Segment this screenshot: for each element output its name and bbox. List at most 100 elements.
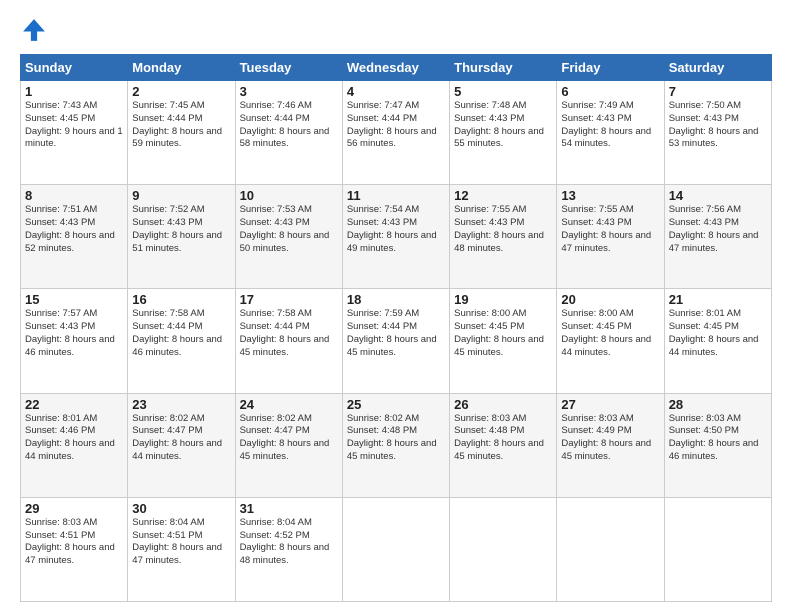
day-number: 29 <box>25 501 123 516</box>
day-cell-12: 12Sunrise: 7:55 AMSunset: 4:43 PMDayligh… <box>450 185 557 289</box>
day-number: 30 <box>132 501 230 516</box>
day-info: Sunrise: 7:49 AMSunset: 4:43 PMDaylight:… <box>561 100 651 149</box>
day-number: 20 <box>561 292 659 307</box>
day-cell-20: 20Sunrise: 8:00 AMSunset: 4:45 PMDayligh… <box>557 289 664 393</box>
day-number: 27 <box>561 397 659 412</box>
day-info: Sunrise: 7:56 AMSunset: 4:43 PMDaylight:… <box>669 204 759 253</box>
calendar-table: SundayMondayTuesdayWednesdayThursdayFrid… <box>20 54 772 602</box>
day-cell-13: 13Sunrise: 7:55 AMSunset: 4:43 PMDayligh… <box>557 185 664 289</box>
day-number: 25 <box>347 397 445 412</box>
day-cell-6: 6Sunrise: 7:49 AMSunset: 4:43 PMDaylight… <box>557 81 664 185</box>
day-cell-1: 1Sunrise: 7:43 AMSunset: 4:45 PMDaylight… <box>21 81 128 185</box>
day-cell-10: 10Sunrise: 7:53 AMSunset: 4:43 PMDayligh… <box>235 185 342 289</box>
day-number: 17 <box>240 292 338 307</box>
day-cell-5: 5Sunrise: 7:48 AMSunset: 4:43 PMDaylight… <box>450 81 557 185</box>
day-cell-8: 8Sunrise: 7:51 AMSunset: 4:43 PMDaylight… <box>21 185 128 289</box>
day-number: 28 <box>669 397 767 412</box>
day-cell-25: 25Sunrise: 8:02 AMSunset: 4:48 PMDayligh… <box>342 393 449 497</box>
day-info: Sunrise: 7:48 AMSunset: 4:43 PMDaylight:… <box>454 100 544 149</box>
day-header-thursday: Thursday <box>450 55 557 81</box>
day-number: 24 <box>240 397 338 412</box>
day-info: Sunrise: 8:03 AMSunset: 4:49 PMDaylight:… <box>561 413 651 462</box>
day-number: 1 <box>25 84 123 99</box>
day-cell-28: 28Sunrise: 8:03 AMSunset: 4:50 PMDayligh… <box>664 393 771 497</box>
day-cell-22: 22Sunrise: 8:01 AMSunset: 4:46 PMDayligh… <box>21 393 128 497</box>
day-info: Sunrise: 8:04 AMSunset: 4:52 PMDaylight:… <box>240 517 330 566</box>
day-number: 10 <box>240 188 338 203</box>
day-info: Sunrise: 7:46 AMSunset: 4:44 PMDaylight:… <box>240 100 330 149</box>
day-info: Sunrise: 7:53 AMSunset: 4:43 PMDaylight:… <box>240 204 330 253</box>
calendar-week-1: 8Sunrise: 7:51 AMSunset: 4:43 PMDaylight… <box>21 185 772 289</box>
day-number: 3 <box>240 84 338 99</box>
day-cell-19: 19Sunrise: 8:00 AMSunset: 4:45 PMDayligh… <box>450 289 557 393</box>
day-number: 2 <box>132 84 230 99</box>
day-number: 9 <box>132 188 230 203</box>
calendar-week-2: 15Sunrise: 7:57 AMSunset: 4:43 PMDayligh… <box>21 289 772 393</box>
day-header-friday: Friday <box>557 55 664 81</box>
day-info: Sunrise: 8:01 AMSunset: 4:46 PMDaylight:… <box>25 413 115 462</box>
day-cell-2: 2Sunrise: 7:45 AMSunset: 4:44 PMDaylight… <box>128 81 235 185</box>
day-info: Sunrise: 7:55 AMSunset: 4:43 PMDaylight:… <box>561 204 651 253</box>
day-number: 23 <box>132 397 230 412</box>
day-cell-11: 11Sunrise: 7:54 AMSunset: 4:43 PMDayligh… <box>342 185 449 289</box>
day-number: 7 <box>669 84 767 99</box>
calendar-week-4: 29Sunrise: 8:03 AMSunset: 4:51 PMDayligh… <box>21 497 772 601</box>
day-info: Sunrise: 8:00 AMSunset: 4:45 PMDaylight:… <box>454 308 544 357</box>
day-cell-26: 26Sunrise: 8:03 AMSunset: 4:48 PMDayligh… <box>450 393 557 497</box>
day-cell-23: 23Sunrise: 8:02 AMSunset: 4:47 PMDayligh… <box>128 393 235 497</box>
day-cell-16: 16Sunrise: 7:58 AMSunset: 4:44 PMDayligh… <box>128 289 235 393</box>
day-number: 6 <box>561 84 659 99</box>
day-cell-3: 3Sunrise: 7:46 AMSunset: 4:44 PMDaylight… <box>235 81 342 185</box>
day-header-sunday: Sunday <box>21 55 128 81</box>
day-header-wednesday: Wednesday <box>342 55 449 81</box>
day-cell-9: 9Sunrise: 7:52 AMSunset: 4:43 PMDaylight… <box>128 185 235 289</box>
day-number: 15 <box>25 292 123 307</box>
day-number: 11 <box>347 188 445 203</box>
day-info: Sunrise: 7:59 AMSunset: 4:44 PMDaylight:… <box>347 308 437 357</box>
empty-cell <box>450 497 557 601</box>
day-cell-15: 15Sunrise: 7:57 AMSunset: 4:43 PMDayligh… <box>21 289 128 393</box>
day-info: Sunrise: 8:02 AMSunset: 4:48 PMDaylight:… <box>347 413 437 462</box>
day-info: Sunrise: 8:01 AMSunset: 4:45 PMDaylight:… <box>669 308 759 357</box>
day-number: 14 <box>669 188 767 203</box>
day-info: Sunrise: 7:51 AMSunset: 4:43 PMDaylight:… <box>25 204 115 253</box>
day-info: Sunrise: 7:58 AMSunset: 4:44 PMDaylight:… <box>132 308 222 357</box>
day-number: 26 <box>454 397 552 412</box>
day-cell-27: 27Sunrise: 8:03 AMSunset: 4:49 PMDayligh… <box>557 393 664 497</box>
day-cell-24: 24Sunrise: 8:02 AMSunset: 4:47 PMDayligh… <box>235 393 342 497</box>
day-cell-4: 4Sunrise: 7:47 AMSunset: 4:44 PMDaylight… <box>342 81 449 185</box>
day-number: 8 <box>25 188 123 203</box>
day-header-monday: Monday <box>128 55 235 81</box>
day-info: Sunrise: 8:04 AMSunset: 4:51 PMDaylight:… <box>132 517 222 566</box>
day-info: Sunrise: 7:50 AMSunset: 4:43 PMDaylight:… <box>669 100 759 149</box>
logo-icon <box>20 16 48 44</box>
calendar-header-row: SundayMondayTuesdayWednesdayThursdayFrid… <box>21 55 772 81</box>
day-number: 19 <box>454 292 552 307</box>
day-info: Sunrise: 7:52 AMSunset: 4:43 PMDaylight:… <box>132 204 222 253</box>
day-number: 18 <box>347 292 445 307</box>
day-info: Sunrise: 8:02 AMSunset: 4:47 PMDaylight:… <box>132 413 222 462</box>
day-cell-7: 7Sunrise: 7:50 AMSunset: 4:43 PMDaylight… <box>664 81 771 185</box>
logo <box>20 16 52 44</box>
day-info: Sunrise: 7:43 AMSunset: 4:45 PMDaylight:… <box>25 100 123 149</box>
day-info: Sunrise: 8:00 AMSunset: 4:45 PMDaylight:… <box>561 308 651 357</box>
day-cell-29: 29Sunrise: 8:03 AMSunset: 4:51 PMDayligh… <box>21 497 128 601</box>
day-cell-31: 31Sunrise: 8:04 AMSunset: 4:52 PMDayligh… <box>235 497 342 601</box>
day-info: Sunrise: 8:03 AMSunset: 4:48 PMDaylight:… <box>454 413 544 462</box>
day-header-saturday: Saturday <box>664 55 771 81</box>
day-info: Sunrise: 7:57 AMSunset: 4:43 PMDaylight:… <box>25 308 115 357</box>
day-number: 16 <box>132 292 230 307</box>
day-info: Sunrise: 7:55 AMSunset: 4:43 PMDaylight:… <box>454 204 544 253</box>
calendar-week-3: 22Sunrise: 8:01 AMSunset: 4:46 PMDayligh… <box>21 393 772 497</box>
day-number: 5 <box>454 84 552 99</box>
day-number: 12 <box>454 188 552 203</box>
day-info: Sunrise: 7:47 AMSunset: 4:44 PMDaylight:… <box>347 100 437 149</box>
day-number: 22 <box>25 397 123 412</box>
day-cell-30: 30Sunrise: 8:04 AMSunset: 4:51 PMDayligh… <box>128 497 235 601</box>
calendar-week-0: 1Sunrise: 7:43 AMSunset: 4:45 PMDaylight… <box>21 81 772 185</box>
day-number: 31 <box>240 501 338 516</box>
day-number: 21 <box>669 292 767 307</box>
day-info: Sunrise: 7:58 AMSunset: 4:44 PMDaylight:… <box>240 308 330 357</box>
day-info: Sunrise: 7:45 AMSunset: 4:44 PMDaylight:… <box>132 100 222 149</box>
day-number: 13 <box>561 188 659 203</box>
